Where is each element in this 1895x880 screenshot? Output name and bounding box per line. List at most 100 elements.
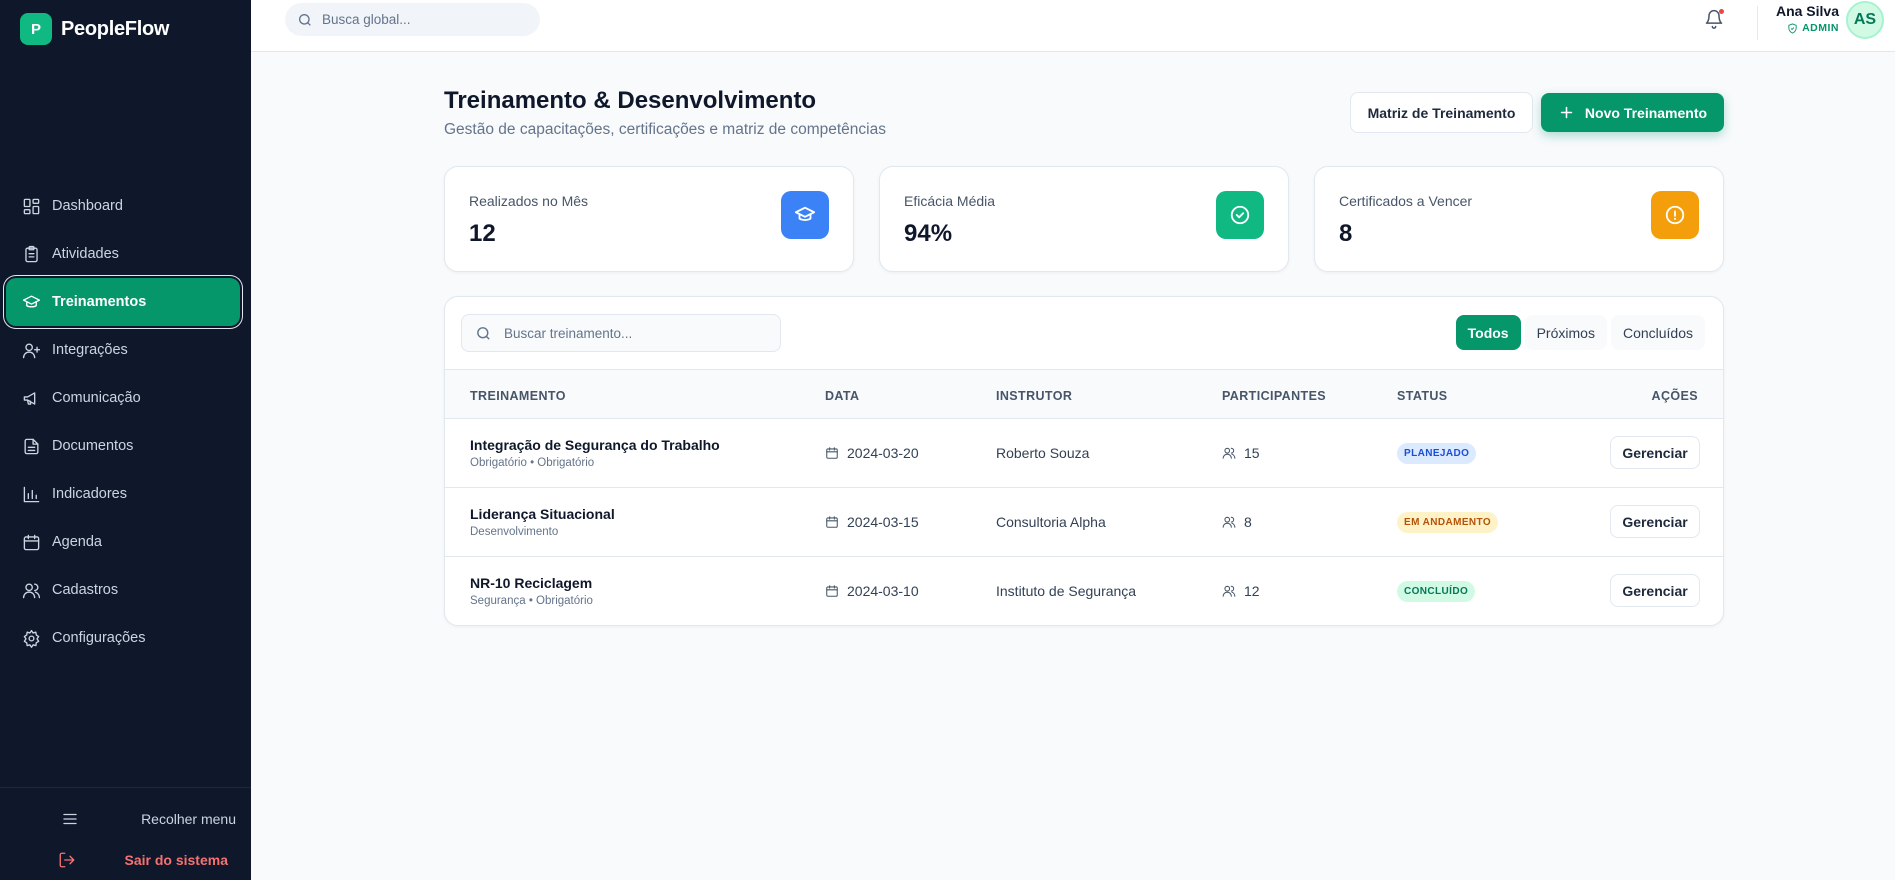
date-value: 2024-03-20: [847, 445, 919, 461]
brand-logo: P: [20, 13, 52, 45]
avatar[interactable]: AS: [1846, 1, 1884, 39]
sidebar-item-dashboard[interactable]: Dashboard: [6, 182, 240, 230]
topbar-divider: [1757, 6, 1758, 40]
new-training-button[interactable]: Novo Treinamento: [1541, 93, 1724, 132]
training-category: Obrigatório • Obrigatório: [470, 457, 595, 469]
sidebar-item-indicadores[interactable]: Indicadores: [6, 470, 240, 518]
sidebar-footer: Recolher menu Sair do sistema: [0, 787, 251, 880]
training-participants: 15: [1222, 445, 1260, 461]
stat-label: Certificados a Vencer: [1339, 193, 1473, 209]
graduation-cap-icon: [781, 191, 829, 239]
sidebar-item-label: Documentos: [52, 438, 134, 454]
sidebar: P PeopleFlow Dashboard Atividades Treina…: [0, 0, 251, 880]
stat-value: 12: [469, 220, 496, 247]
user-name: Ana Silva: [1775, 3, 1839, 19]
users-icon: [1222, 585, 1236, 597]
column-header: AÇÕES: [1651, 389, 1698, 403]
training-name: NR-10 Reciclagem: [470, 575, 593, 591]
logout-button[interactable]: Sair do sistema: [58, 851, 228, 869]
sidebar-item-label: Dashboard: [52, 198, 123, 214]
participants-value: 8: [1244, 514, 1252, 530]
manage-button[interactable]: Gerenciar: [1610, 574, 1700, 607]
table-header: TREINAMENTO DATA INSTRUTOR PARTICIPANTES…: [445, 369, 1723, 419]
global-search-input[interactable]: [322, 12, 522, 27]
file-icon: [21, 436, 41, 456]
filter-tabs: Todos Próximos Concluídos: [1455, 315, 1705, 350]
sidebar-item-atividades[interactable]: Atividades: [6, 230, 240, 278]
collapse-menu-label: Recolher menu: [141, 811, 236, 827]
logout-icon: [59, 852, 75, 868]
sidebar-item-label: Integrações: [52, 342, 128, 358]
sidebar-item-comunicacao[interactable]: Comunicação: [6, 374, 240, 422]
training-category: Segurança • Obrigatório: [470, 595, 593, 607]
column-header[interactable]: PARTICIPANTES: [1222, 389, 1326, 403]
users-icon: [21, 580, 41, 600]
sidebar-item-documentos[interactable]: Documentos: [6, 422, 240, 470]
training-search-input[interactable]: [504, 325, 774, 341]
stat-card-certificados: Certificados a Vencer 8: [1314, 166, 1724, 272]
training-search[interactable]: [461, 314, 781, 352]
training-date: 2024-03-20: [825, 445, 919, 461]
logout-label: Sair do sistema: [124, 852, 229, 868]
training-date: 2024-03-10: [825, 583, 919, 599]
collapse-menu-button[interactable]: Recolher menu: [61, 810, 236, 828]
users-icon: [1222, 516, 1236, 528]
bar-chart-icon: [21, 484, 41, 504]
training-name: Integração de Segurança do Trabalho: [470, 437, 720, 453]
column-header[interactable]: TREINAMENTO: [470, 389, 566, 403]
manage-button[interactable]: Gerenciar: [1610, 436, 1700, 469]
status-badge: PLANEJADO: [1397, 443, 1477, 464]
sidebar-item-treinamentos[interactable]: Treinamentos: [6, 278, 240, 326]
training-name: Liderança Situacional: [470, 506, 615, 522]
new-training-label: Novo Treinamento: [1584, 104, 1708, 121]
calendar-icon: [826, 516, 838, 528]
training-instructor: Consultoria Alpha: [996, 514, 1106, 530]
dashboard-icon: [21, 196, 41, 216]
sidebar-item-label: Atividades: [52, 246, 119, 262]
clipboard-icon: [21, 244, 41, 264]
date-value: 2024-03-10: [847, 583, 919, 599]
global-search[interactable]: [285, 3, 540, 36]
megaphone-icon: [21, 388, 41, 408]
column-header[interactable]: INSTRUTOR: [996, 389, 1072, 403]
sidebar-item-cadastros[interactable]: Cadastros: [6, 566, 240, 614]
participants-value: 12: [1244, 583, 1260, 599]
column-header[interactable]: DATA: [825, 389, 859, 403]
page-title: Treinamento & Desenvolvimento: [444, 87, 817, 114]
table-row[interactable]: NR-10 Reciclagem Segurança • Obrigatório…: [445, 557, 1723, 625]
notifications-button[interactable]: [1704, 9, 1724, 29]
alert-circle-icon: [1651, 191, 1699, 239]
stat-card-realizados: Realizados no Mês 12: [444, 166, 854, 272]
user-info: Ana Silva ADMIN: [1771, 3, 1839, 34]
filter-proximos[interactable]: Próximos: [1524, 315, 1607, 350]
sidebar-item-agenda[interactable]: Agenda: [6, 518, 240, 566]
training-participants: 8: [1222, 514, 1252, 530]
users-icon: [1222, 447, 1236, 459]
sidebar-item-label: Cadastros: [52, 582, 119, 598]
column-header[interactable]: STATUS: [1397, 389, 1448, 403]
stat-card-eficacia: Eficácia Média 94%: [879, 166, 1289, 272]
sidebar-item-label: Treinamentos: [52, 294, 147, 310]
training-date: 2024-03-15: [825, 514, 919, 530]
search-icon: [477, 326, 490, 340]
stat-label: Realizados no Mês: [469, 193, 589, 209]
status-badge: CONCLUÍDO: [1397, 581, 1476, 602]
training-matrix-button[interactable]: Matriz de Treinamento: [1350, 92, 1533, 133]
manage-button[interactable]: Gerenciar: [1610, 505, 1700, 538]
sidebar-item-integracoes[interactable]: Integrações: [6, 326, 240, 374]
sidebar-item-configuracoes[interactable]: Configurações: [6, 614, 240, 662]
user-plus-icon: [21, 340, 41, 360]
user-role: ADMIN: [1771, 22, 1839, 34]
brand[interactable]: P PeopleFlow: [20, 13, 169, 45]
table-row[interactable]: Integração de Segurança do Trabalho Obri…: [445, 419, 1723, 488]
table-row[interactable]: Liderança Situacional Desenvolvimento 20…: [445, 488, 1723, 557]
date-value: 2024-03-15: [847, 514, 919, 530]
filter-todos[interactable]: Todos: [1455, 315, 1521, 350]
gear-icon: [21, 628, 41, 648]
filter-concluidos[interactable]: Concluídos: [1610, 315, 1705, 350]
sidebar-item-label: Configurações: [52, 630, 146, 646]
page-subtitle: Gestão de capacitações, certificações e …: [444, 121, 886, 138]
sidebar-nav: Dashboard Atividades Treinamentos Integr…: [6, 182, 240, 662]
user-role-label: ADMIN: [1802, 22, 1839, 34]
search-icon: [299, 13, 311, 26]
